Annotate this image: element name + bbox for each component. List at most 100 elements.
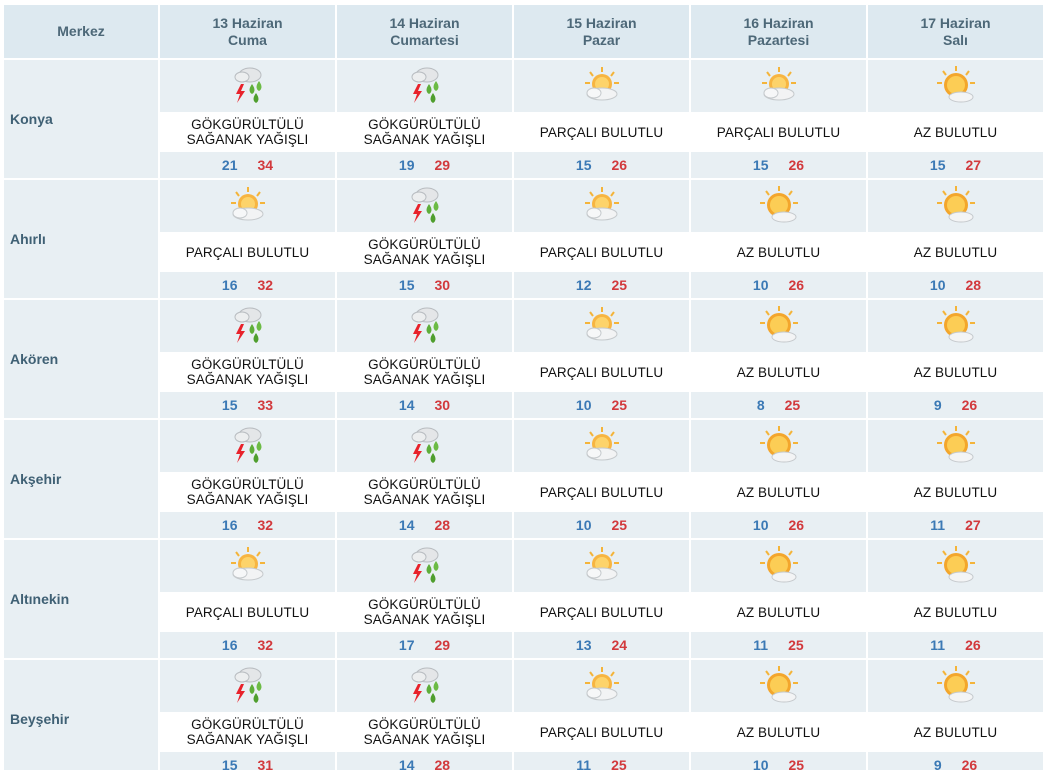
partly-cloudy-icon [584, 427, 619, 461]
forecast-cell: AZ BULUTLU 9 26 [868, 660, 1043, 770]
city-row-header: Akören [4, 300, 158, 418]
temperature-range: 19 29 [337, 152, 512, 178]
forecast-cell: GÖKGÜRÜLTÜLÜ SAĞANAK YAĞIŞLI 14 30 [337, 300, 512, 418]
thunderstorm-rain-icon [234, 667, 261, 703]
temperature-range: 10 26 [691, 272, 866, 298]
max-temperature: 26 [788, 277, 805, 293]
temperature-range: 14 30 [337, 392, 512, 418]
max-temperature: 26 [788, 517, 805, 533]
temperature-range: 15 33 [160, 392, 335, 418]
condition-line-1: AZ BULUTLU [913, 124, 998, 140]
min-temperature: 9 [933, 397, 942, 413]
forecast-cell: AZ BULUTLU 10 28 [868, 180, 1043, 298]
condition-text: GÖKGÜRÜLTÜLÜ SAĞANAK YAĞIŞLI [337, 592, 512, 632]
max-temperature: 34 [257, 157, 274, 173]
min-temperature: 10 [752, 757, 769, 770]
forecast-cell: AZ BULUTLU 8 25 [691, 300, 866, 418]
thunderstorm-rain-icon [234, 67, 261, 103]
condition-text: PARÇALI BULUTLU [160, 232, 335, 272]
max-temperature: 28 [434, 757, 451, 770]
condition-text: AZ BULUTLU [868, 592, 1043, 632]
day-header-date: 17 Haziran [920, 14, 991, 31]
max-temperature: 25 [788, 757, 805, 770]
weather-icon-box [337, 300, 512, 352]
condition-line-2: SAĞANAK YAĞIŞLI [186, 732, 309, 747]
temperature-range: 15 31 [160, 752, 335, 770]
thunderstorm-rain-icon [411, 667, 438, 703]
forecast-cell: GÖKGÜRÜLTÜLÜ SAĞANAK YAĞIŞLI 16 32 [160, 420, 335, 538]
condition-line-2: SAĞANAK YAĞIŞLI [363, 132, 486, 147]
weather-icon-box [691, 660, 866, 712]
forecast-cell: AZ BULUTLU 9 26 [868, 300, 1043, 418]
forecast-cell: GÖKGÜRÜLTÜLÜ SAĞANAK YAĞIŞLI 17 29 [337, 540, 512, 658]
thunderstorm-rain-icon [411, 547, 438, 583]
max-temperature: 31 [257, 757, 274, 770]
condition-line-2: SAĞANAK YAĞIŞLI [363, 372, 486, 387]
weather-icon-box [337, 180, 512, 232]
condition-line-2: SAĞANAK YAĞIŞLI [363, 492, 486, 507]
condition-text: GÖKGÜRÜLTÜLÜ SAĞANAK YAĞIŞLI [160, 472, 335, 512]
min-temperature: 14 [398, 757, 415, 770]
weather-icon-box [514, 660, 689, 712]
city-name: Altınekin [10, 591, 70, 607]
day-header-weekday: Salı [943, 31, 968, 48]
forecast-cell: PARÇALI BULUTLU 10 25 [514, 300, 689, 418]
condition-text: AZ BULUTLU [868, 232, 1043, 272]
temperature-range: 15 26 [514, 152, 689, 178]
city-name: Akören [10, 351, 59, 367]
temperature-range: 10 25 [514, 512, 689, 538]
min-temperature: 15 [398, 277, 415, 293]
city-row-header: Akşehir [4, 420, 158, 538]
min-temperature: 16 [221, 637, 238, 653]
condition-line-1: GÖKGÜRÜLTÜLÜ [191, 717, 304, 732]
temperature-range: 10 25 [514, 392, 689, 418]
condition-line-1: GÖKGÜRÜLTÜLÜ [368, 477, 481, 492]
mostly-sunny-icon [936, 306, 975, 343]
condition-line-1: AZ BULUTLU [913, 484, 998, 500]
weather-icon-box [160, 420, 335, 472]
forecast-cell: GÖKGÜRÜLTÜLÜ SAĞANAK YAĞIŞLI 15 31 [160, 660, 335, 770]
day-header-date: 16 Haziran [743, 14, 814, 31]
day-header-1: 13 Haziran Cuma [160, 5, 335, 58]
min-temperature: 10 [752, 517, 769, 533]
condition-text: AZ BULUTLU [691, 352, 866, 392]
max-temperature: 26 [611, 157, 628, 173]
forecast-cell: GÖKGÜRÜLTÜLÜ SAĞANAK YAĞIŞLI 14 28 [337, 660, 512, 770]
min-temperature: 11 [753, 637, 769, 653]
max-temperature: 25 [611, 277, 628, 293]
temperature-range: 8 25 [691, 392, 866, 418]
weather-icon-box [160, 300, 335, 352]
condition-line-1: PARÇALI BULUTLU [539, 244, 664, 260]
condition-line-1: PARÇALI BULUTLU [185, 244, 310, 260]
forecast-table: Merkez 13 Haziran Cuma 14 Haziran Cumart… [4, 5, 1043, 770]
partly-cloudy-icon [584, 307, 619, 341]
temperature-range: 11 25 [691, 632, 866, 658]
temperature-range: 21 34 [160, 152, 335, 178]
mostly-sunny-icon [759, 306, 798, 343]
weather-icon-box [160, 660, 335, 712]
forecast-cell: AZ BULUTLU 11 25 [691, 540, 866, 658]
temperature-range: 12 25 [514, 272, 689, 298]
condition-text: AZ BULUTLU [868, 352, 1043, 392]
forecast-cell: PARÇALI BULUTLU 16 32 [160, 180, 335, 298]
temperature-range: 13 24 [514, 632, 689, 658]
max-temperature: 25 [611, 517, 628, 533]
temperature-range: 15 26 [691, 152, 866, 178]
min-temperature: 13 [575, 637, 592, 653]
temperature-range: 9 26 [868, 752, 1043, 770]
condition-line-1: GÖKGÜRÜLTÜLÜ [368, 717, 481, 732]
max-temperature: 32 [257, 277, 274, 293]
day-header-3: 15 Haziran Pazar [514, 5, 689, 58]
max-temperature: 25 [788, 637, 804, 653]
forecast-cell: PARÇALI BULUTLU 11 25 [514, 660, 689, 770]
city-name: Beyşehir [10, 711, 70, 727]
condition-line-1: AZ BULUTLU [913, 604, 998, 620]
day-header-weekday: Cuma [228, 31, 267, 48]
temperature-range: 10 26 [691, 512, 866, 538]
temperature-range: 11 27 [868, 512, 1043, 538]
max-temperature: 29 [434, 637, 451, 653]
weather-icon-box [868, 180, 1043, 232]
city-row-header: Ahırlı [4, 180, 158, 298]
weather-icon-box [160, 540, 335, 592]
min-temperature: 11 [930, 517, 946, 533]
